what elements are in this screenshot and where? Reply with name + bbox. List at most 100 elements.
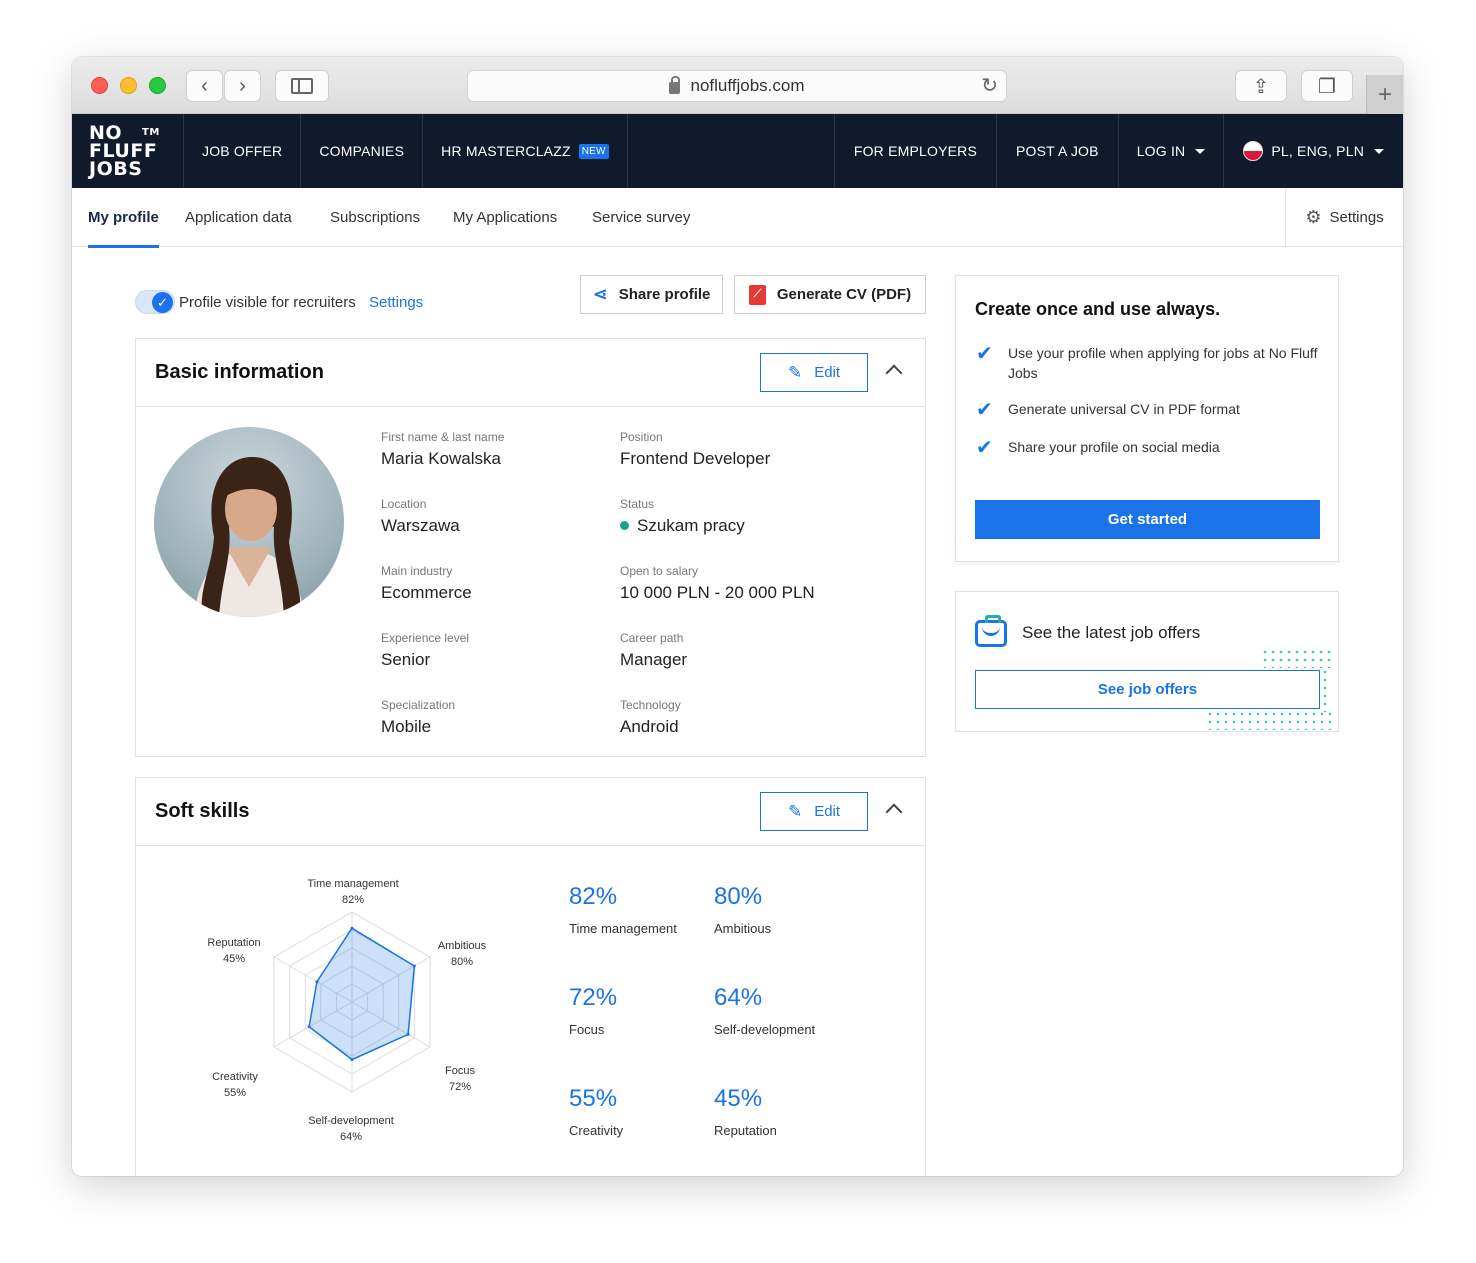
chevron-up-icon[interactable] <box>885 364 903 382</box>
skill-percent: 45% <box>714 1085 763 1112</box>
field-value-career-path: Manager <box>620 650 688 669</box>
chevron-up-icon[interactable] <box>885 803 903 821</box>
radar-point <box>307 1025 311 1029</box>
share-icon: ⋖ <box>592 284 608 304</box>
radar-label-name: Time management <box>307 878 399 890</box>
radar-point <box>350 926 354 930</box>
skill-name: Ambitious <box>714 921 772 936</box>
radar-label-value: 45% <box>222 953 246 965</box>
radar-label-name: Self-development <box>308 1115 394 1127</box>
skill-percent: 55% <box>569 1085 618 1112</box>
soft-skills-title: Soft skills <box>155 800 250 822</box>
radar-point <box>350 1058 354 1062</box>
skill-percent: 64% <box>714 984 763 1011</box>
basic-information-title: Basic information <box>155 361 324 383</box>
address-bar[interactable]: nofluffjobs.com ↻ <box>467 70 1007 102</box>
reload-icon[interactable]: ↻ <box>981 73 998 98</box>
new-tab-button[interactable]: + <box>1366 75 1403 114</box>
settings-button[interactable]: ⚙ Settings <box>1285 188 1403 247</box>
tabs-icon: ❐ <box>1318 75 1336 98</box>
tab-my-profile[interactable]: My profile <box>88 188 159 248</box>
caret-down-icon <box>1195 148 1206 154</box>
radar-label-value: 55% <box>223 1087 247 1099</box>
new-badge: NEW <box>578 143 609 159</box>
skill-percent: 82% <box>569 883 618 910</box>
nav-for-employers[interactable]: FOR EMPLOYERS <box>833 114 996 188</box>
nav-hr-masterclazz-label: HR MASTERCLAZZ <box>441 143 571 159</box>
field-label-experience: Experience level <box>381 631 470 645</box>
get-started-button[interactable]: Get started <box>975 500 1320 539</box>
tab-subscriptions[interactable]: Subscriptions <box>330 188 420 247</box>
promo-title: Create once and use always. <box>975 299 1221 319</box>
radar-label-time-management: Time management 82% <box>298 876 408 908</box>
radar-point <box>315 980 319 984</box>
field-label-name: First name & last name <box>381 430 505 444</box>
profile-promo-panel: Create once and use always. ✔ Use your p… <box>955 275 1339 562</box>
see-job-offers-button[interactable]: See job offers <box>975 670 1320 709</box>
nav-hr-masterclazz[interactable]: HR MASTERCLAZZ NEW <box>422 114 628 188</box>
edit-soft-skills-button[interactable]: ✎ Edit <box>760 792 868 831</box>
tabs-overview-button[interactable]: ❐ <box>1301 70 1353 102</box>
sidebar-icon <box>291 78 313 94</box>
field-value-industry: Ecommerce <box>381 583 472 602</box>
poland-flag-icon <box>1243 141 1264 161</box>
nav-companies-label: COMPANIES <box>319 143 405 159</box>
profile-subnav: My profile Application data Subscription… <box>72 188 1403 248</box>
field-label-status: Status <box>620 497 655 511</box>
field-label-salary: Open to salary <box>620 564 699 578</box>
field-label-location: Location <box>381 497 427 511</box>
radar-label-value: 72% <box>448 1081 472 1093</box>
tab-my-applications[interactable]: My Applications <box>453 188 557 247</box>
nav-post-a-job[interactable]: POST A JOB <box>996 114 1118 188</box>
radar-label-value: 82% <box>341 894 365 906</box>
radar-label-name: Reputation <box>207 937 261 949</box>
nav-post-a-job-label: POST A JOB <box>1016 143 1099 159</box>
tab-application-data[interactable]: Application data <box>185 188 292 247</box>
browser-window: ‹ › nofluffjobs.com ↻ ⇪ ❐ + NO FLUFF JOB… <box>72 57 1403 1176</box>
plus-icon: + <box>1377 80 1392 108</box>
settings-label: Settings <box>1329 209 1384 226</box>
edit-basic-info-button[interactable]: ✎ Edit <box>760 353 868 392</box>
field-value-salary: 10 000 PLN - 20 000 PLN <box>620 583 815 602</box>
nav-for-employers-label: FOR EMPLOYERS <box>853 143 978 159</box>
share-profile-button[interactable]: ⋖ Share profile <box>580 275 723 314</box>
field-label-industry: Main industry <box>381 564 453 578</box>
sidebar-toggle-button[interactable] <box>275 70 329 102</box>
latest-jobs-panel: See the latest job offers See job offers <box>955 591 1339 732</box>
field-value-technology: Android <box>620 717 679 736</box>
tab-service-survey[interactable]: Service survey <box>592 188 690 247</box>
nav-log-in[interactable]: LOG IN <box>1117 114 1224 188</box>
logo[interactable]: NO FLUFF JOBS TM <box>72 114 183 188</box>
nav-companies[interactable]: COMPANIES <box>300 114 422 188</box>
edit-label: Edit <box>814 803 841 820</box>
locale-selector[interactable]: PL, ENG, PLN <box>1223 114 1403 188</box>
field-label-specialization: Specialization <box>381 698 456 712</box>
close-window-button[interactable] <box>91 77 108 94</box>
promo-item: Use your profile when applying for jobs … <box>1008 345 1318 381</box>
basic-information-header: Basic information ✎ Edit <box>136 339 925 407</box>
edit-label: Edit <box>814 364 841 381</box>
profile-visibility-toggle[interactable]: ✓ <box>135 290 175 314</box>
profile-visibility-label: Profile visible for recruiters <box>179 294 356 311</box>
soft-skills-header: Soft skills ✎ Edit <box>136 778 925 846</box>
field-label-technology: Technology <box>620 698 681 712</box>
nav-log-in-label: LOG IN <box>1136 143 1186 159</box>
check-icon: ✓ <box>152 292 173 313</box>
maximize-window-button[interactable] <box>149 77 166 94</box>
share-page-button[interactable]: ⇪ <box>1235 70 1287 102</box>
radar-point <box>406 1032 410 1036</box>
radar-label-name: Ambitious <box>437 940 487 952</box>
generate-cv-label: Generate CV (PDF) <box>776 286 912 303</box>
back-button[interactable]: ‹ <box>186 70 223 102</box>
logo-line-3: JOBS <box>89 158 143 180</box>
pencil-icon: ✎ <box>787 801 803 821</box>
skill-percent: 72% <box>569 984 618 1011</box>
visibility-settings-link[interactable]: Settings <box>369 294 423 311</box>
generate-cv-button[interactable]: ⟋ Generate CV (PDF) <box>734 275 926 314</box>
radar-label-focus: Focus 72% <box>430 1063 490 1095</box>
nav-job-offer[interactable]: JOB OFFER <box>183 114 300 188</box>
chevron-right-icon: › <box>239 74 246 97</box>
forward-button[interactable]: › <box>224 70 261 102</box>
share-icon: ⇪ <box>1252 75 1270 98</box>
minimize-window-button[interactable] <box>120 77 137 94</box>
